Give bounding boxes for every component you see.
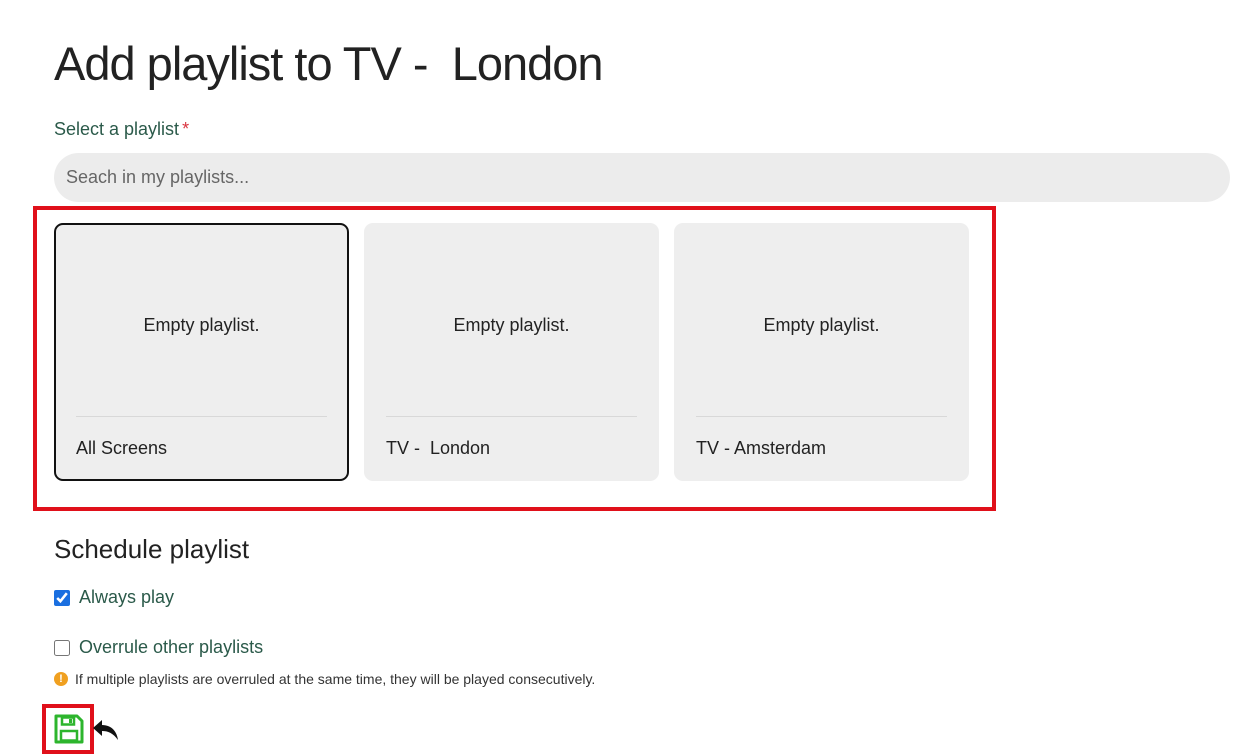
floppy-disk-icon [54, 714, 84, 744]
playlist-name: TV - Amsterdam [696, 438, 827, 458]
playlist-empty-text: Empty playlist. [453, 315, 570, 335]
schedule-heading: Schedule playlist [54, 534, 250, 564]
select-playlist-label-text: Select a playlist [54, 119, 180, 139]
playlist-name: All Screens [76, 438, 168, 458]
card-divider [386, 416, 637, 417]
overrule-info-text: If multiple playlists are overruled at t… [75, 671, 596, 687]
always-play-option[interactable]: Always play [54, 587, 174, 608]
playlist-name: TV - London [386, 438, 491, 458]
reply-arrow-icon [93, 720, 118, 740]
always-play-checkbox[interactable] [54, 589, 70, 606]
overrule-option[interactable]: Overrule other playlists [54, 637, 263, 658]
select-playlist-label: Select a playlist * [54, 119, 189, 140]
playlist-empty-text: Empty playlist. [763, 315, 880, 335]
playlist-empty-text: Empty playlist. [143, 315, 260, 335]
card-divider [696, 416, 947, 417]
save-button[interactable] [53, 713, 85, 745]
overrule-checkbox[interactable] [54, 639, 70, 656]
required-mark: * [182, 119, 190, 139]
page: Add playlist to TV - London Select a pla… [0, 0, 1235, 754]
page-title: Add playlist to TV - London [54, 37, 604, 90]
card-divider [76, 416, 327, 417]
playlist-card-tv-amsterdam[interactable]: Empty playlist. TV - Amsterdam [674, 223, 969, 481]
playlist-card-all-screens[interactable]: Empty playlist. All Screens [54, 223, 349, 481]
back-button[interactable] [92, 718, 120, 742]
overrule-info: ! If multiple playlists are overruled at… [54, 671, 595, 687]
playlist-card-tv-london[interactable]: Empty playlist. TV - London [364, 223, 659, 481]
always-play-label: Always play [79, 587, 175, 607]
info-warning-icon: ! [54, 672, 68, 686]
playlist-search-input[interactable] [54, 153, 1230, 202]
overrule-label: Overrule other playlists [79, 637, 264, 657]
